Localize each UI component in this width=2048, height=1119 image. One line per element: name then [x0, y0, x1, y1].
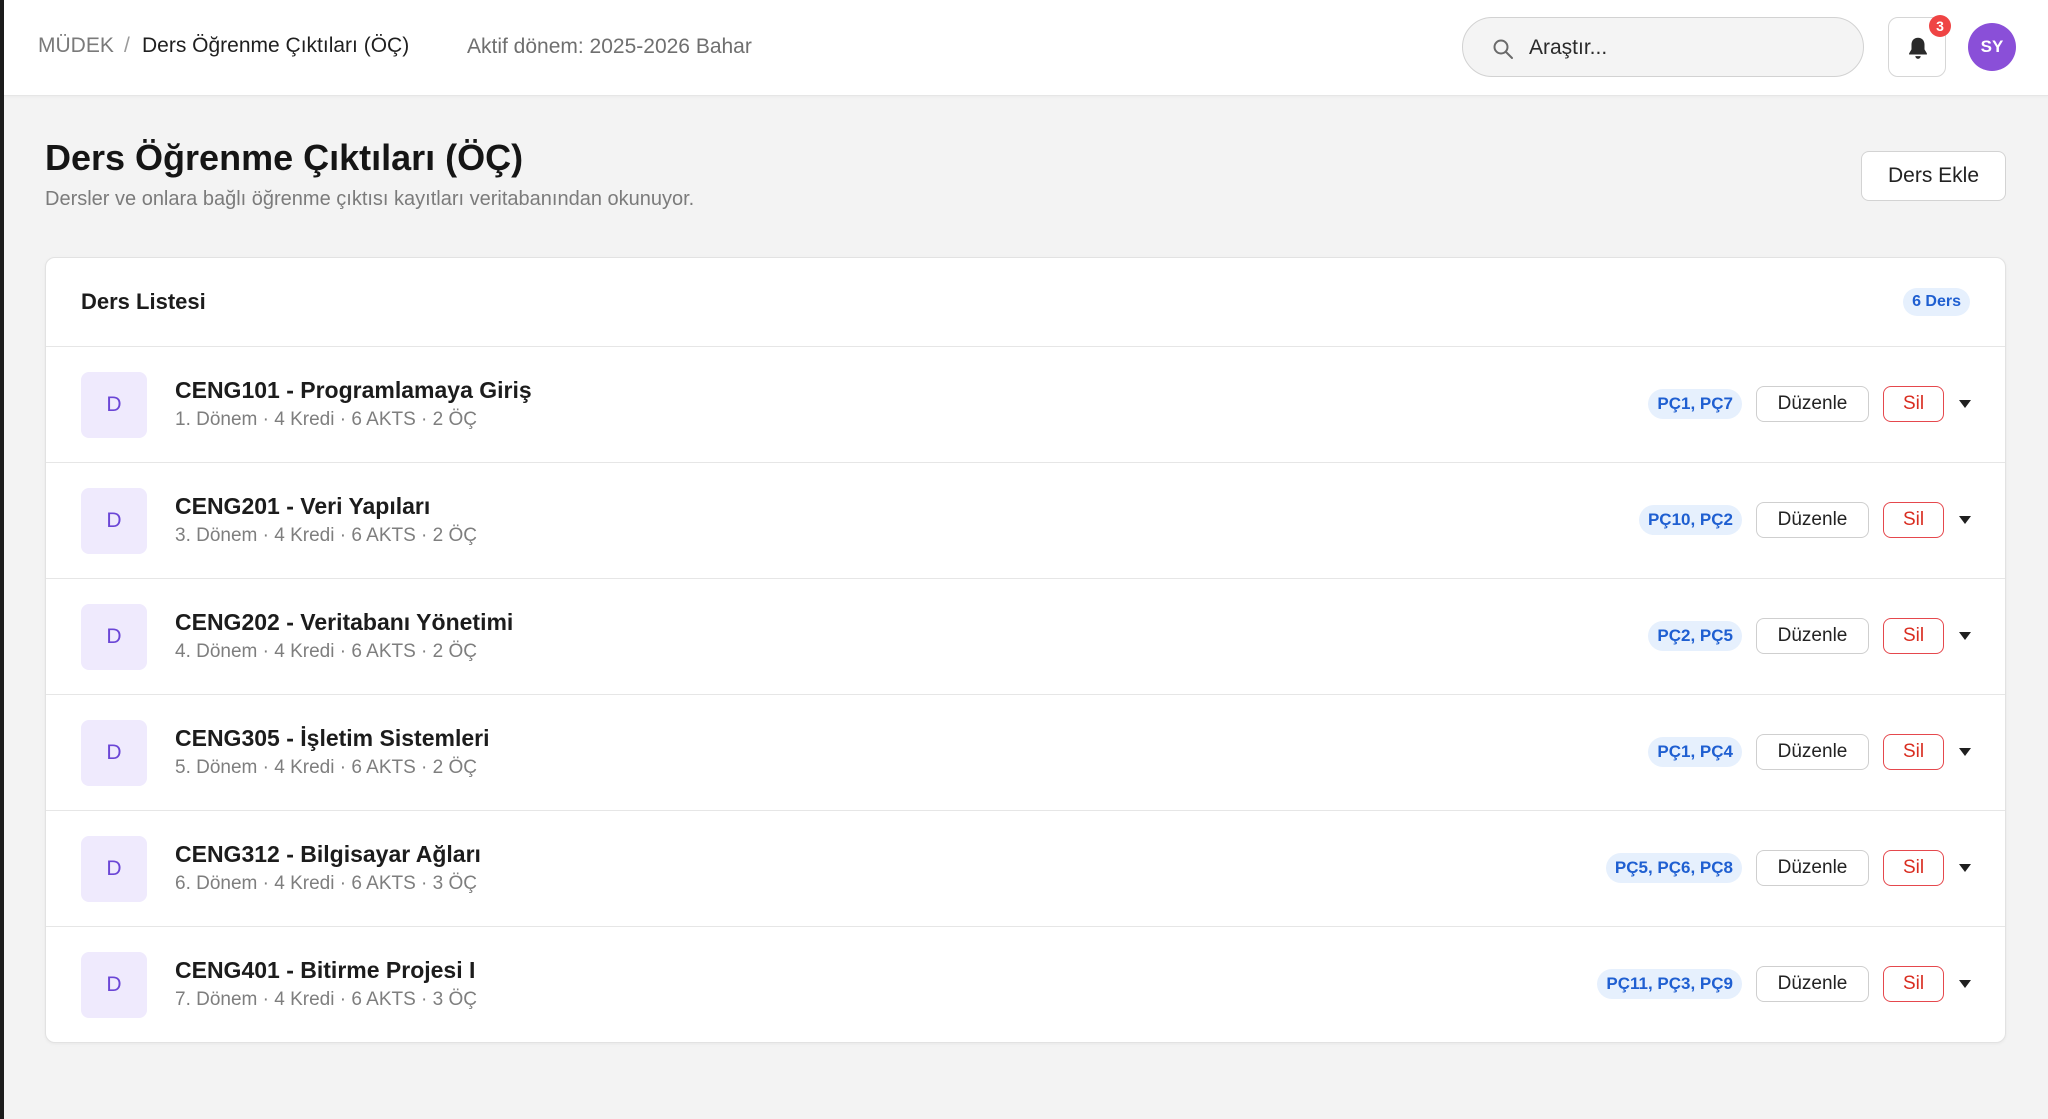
edit-button[interactable]: Düzenle — [1756, 966, 1869, 1002]
course-name: CENG312 - Bilgisayar Ağları — [175, 841, 481, 867]
search-input[interactable] — [1529, 30, 1849, 66]
breadcrumb-current: Ders Öğrenme Çıktıları (ÖÇ) — [142, 34, 410, 57]
course-meta: 5. Dönem · 4 Kredi · 6 AKTS · 2 ÖÇ — [175, 757, 477, 778]
course-name: CENG202 - Veritabanı Yönetimi — [175, 609, 514, 635]
course-row[interactable]: D CENG101 - Programlamaya Giriş 1. Dönem… — [46, 347, 2005, 463]
chevron-down-icon[interactable] — [1958, 861, 1972, 875]
course-name: CENG401 - Bitirme Projesi I — [175, 957, 476, 983]
breadcrumb-separator: / — [124, 34, 130, 57]
row-actions: PÇ10, PÇ2 Düzenle Sil — [1638, 502, 1972, 538]
breadcrumb-root[interactable]: MÜDEK — [38, 34, 114, 58]
row-actions: PÇ1, PÇ4 Düzenle Sil — [1648, 734, 1972, 770]
course-list-card: Ders Listesi 6 Ders D CENG101 - Programl… — [45, 257, 2006, 1043]
delete-button[interactable]: Sil — [1883, 386, 1944, 422]
course-icon: D — [81, 952, 147, 1018]
course-meta: 1. Dönem · 4 Kredi · 6 AKTS · 2 ÖÇ — [175, 409, 477, 430]
course-icon: D — [81, 372, 147, 438]
delete-button[interactable]: Sil — [1883, 850, 1944, 886]
active-term-label: Aktif dönem: 2025-2026 Bahar — [467, 35, 752, 58]
course-row[interactable]: D CENG201 - Veri Yapıları 3. Dönem · 4 K… — [46, 463, 2005, 579]
course-row[interactable]: D CENG305 - İşletim Sistemleri 5. Dönem … — [46, 695, 2005, 811]
chevron-down-icon[interactable] — [1958, 513, 1972, 527]
course-row[interactable]: D CENG312 - Bilgisayar Ağları 6. Dönem ·… — [46, 811, 2005, 927]
window-edge — [0, 0, 4, 1119]
course-icon: D — [81, 720, 147, 786]
program-outcome-tag: PÇ1, PÇ7 — [1648, 389, 1742, 419]
row-actions: PÇ11, PÇ3, PÇ9 Düzenle Sil — [1597, 966, 1972, 1002]
card-title: Ders Listesi — [81, 289, 206, 314]
delete-button[interactable]: Sil — [1883, 734, 1944, 770]
course-row[interactable]: D CENG202 - Veritabanı Yönetimi 4. Dönem… — [46, 579, 2005, 695]
edit-button[interactable]: Düzenle — [1756, 386, 1869, 422]
program-outcome-tag: PÇ2, PÇ5 — [1648, 621, 1742, 651]
top-bar: MÜDEK / Ders Öğrenme Çıktıları (ÖÇ) Akti… — [4, 0, 2048, 96]
delete-button[interactable]: Sil — [1883, 966, 1944, 1002]
course-meta: 7. Dönem · 4 Kredi · 6 AKTS · 3 ÖÇ — [175, 989, 477, 1010]
course-icon: D — [81, 836, 147, 902]
search-icon — [1493, 39, 1513, 59]
delete-button[interactable]: Sil — [1883, 618, 1944, 654]
course-icon: D — [81, 488, 147, 554]
program-outcome-tag: PÇ10, PÇ2 — [1638, 505, 1742, 535]
course-name: CENG101 - Programlamaya Giriş — [175, 377, 532, 403]
chevron-down-icon[interactable] — [1958, 629, 1972, 643]
add-course-button[interactable]: Ders Ekle — [1861, 151, 2006, 201]
course-meta: 4. Dönem · 4 Kredi · 6 AKTS · 2 ÖÇ — [175, 641, 477, 662]
edit-button[interactable]: Düzenle — [1756, 734, 1869, 770]
chevron-down-icon[interactable] — [1958, 977, 1972, 991]
program-outcome-tag: PÇ1, PÇ4 — [1648, 737, 1742, 767]
chevron-down-icon[interactable] — [1958, 397, 1972, 411]
course-row[interactable]: D CENG401 - Bitirme Projesi I 7. Dönem ·… — [46, 927, 2005, 1042]
row-actions: PÇ5, PÇ6, PÇ8 Düzenle Sil — [1605, 850, 1972, 886]
page-title: Ders Öğrenme Çıktıları (ÖÇ) — [45, 137, 524, 178]
delete-button[interactable]: Sil — [1883, 502, 1944, 538]
user-avatar[interactable]: SY — [1968, 23, 2016, 71]
edit-button[interactable]: Düzenle — [1756, 618, 1869, 654]
course-icon: D — [81, 604, 147, 670]
program-outcome-tag: PÇ11, PÇ3, PÇ9 — [1597, 969, 1742, 999]
edit-button[interactable]: Düzenle — [1756, 850, 1869, 886]
edit-button[interactable]: Düzenle — [1756, 502, 1869, 538]
course-name: CENG201 - Veri Yapıları — [175, 493, 431, 519]
program-outcome-tag: PÇ5, PÇ6, PÇ8 — [1605, 853, 1742, 883]
card-header: Ders Listesi 6 Ders — [46, 258, 2005, 347]
bell-icon — [1909, 37, 1927, 59]
notification-count-badge: 3 — [1929, 15, 1951, 37]
course-count-badge: 6 Ders — [1903, 288, 1970, 316]
course-name: CENG305 - İşletim Sistemleri — [175, 725, 490, 751]
course-meta: 3. Dönem · 4 Kredi · 6 AKTS · 2 ÖÇ — [175, 525, 477, 546]
course-meta: 6. Dönem · 4 Kredi · 6 AKTS · 3 ÖÇ — [175, 873, 477, 894]
row-actions: PÇ2, PÇ5 Düzenle Sil — [1648, 618, 1972, 654]
chevron-down-icon[interactable] — [1958, 745, 1972, 759]
page-subtitle: Dersler ve onlara bağlı öğrenme çıktısı … — [45, 188, 695, 210]
search-box[interactable] — [1462, 17, 1864, 77]
row-actions: PÇ1, PÇ7 Düzenle Sil — [1648, 386, 1972, 422]
